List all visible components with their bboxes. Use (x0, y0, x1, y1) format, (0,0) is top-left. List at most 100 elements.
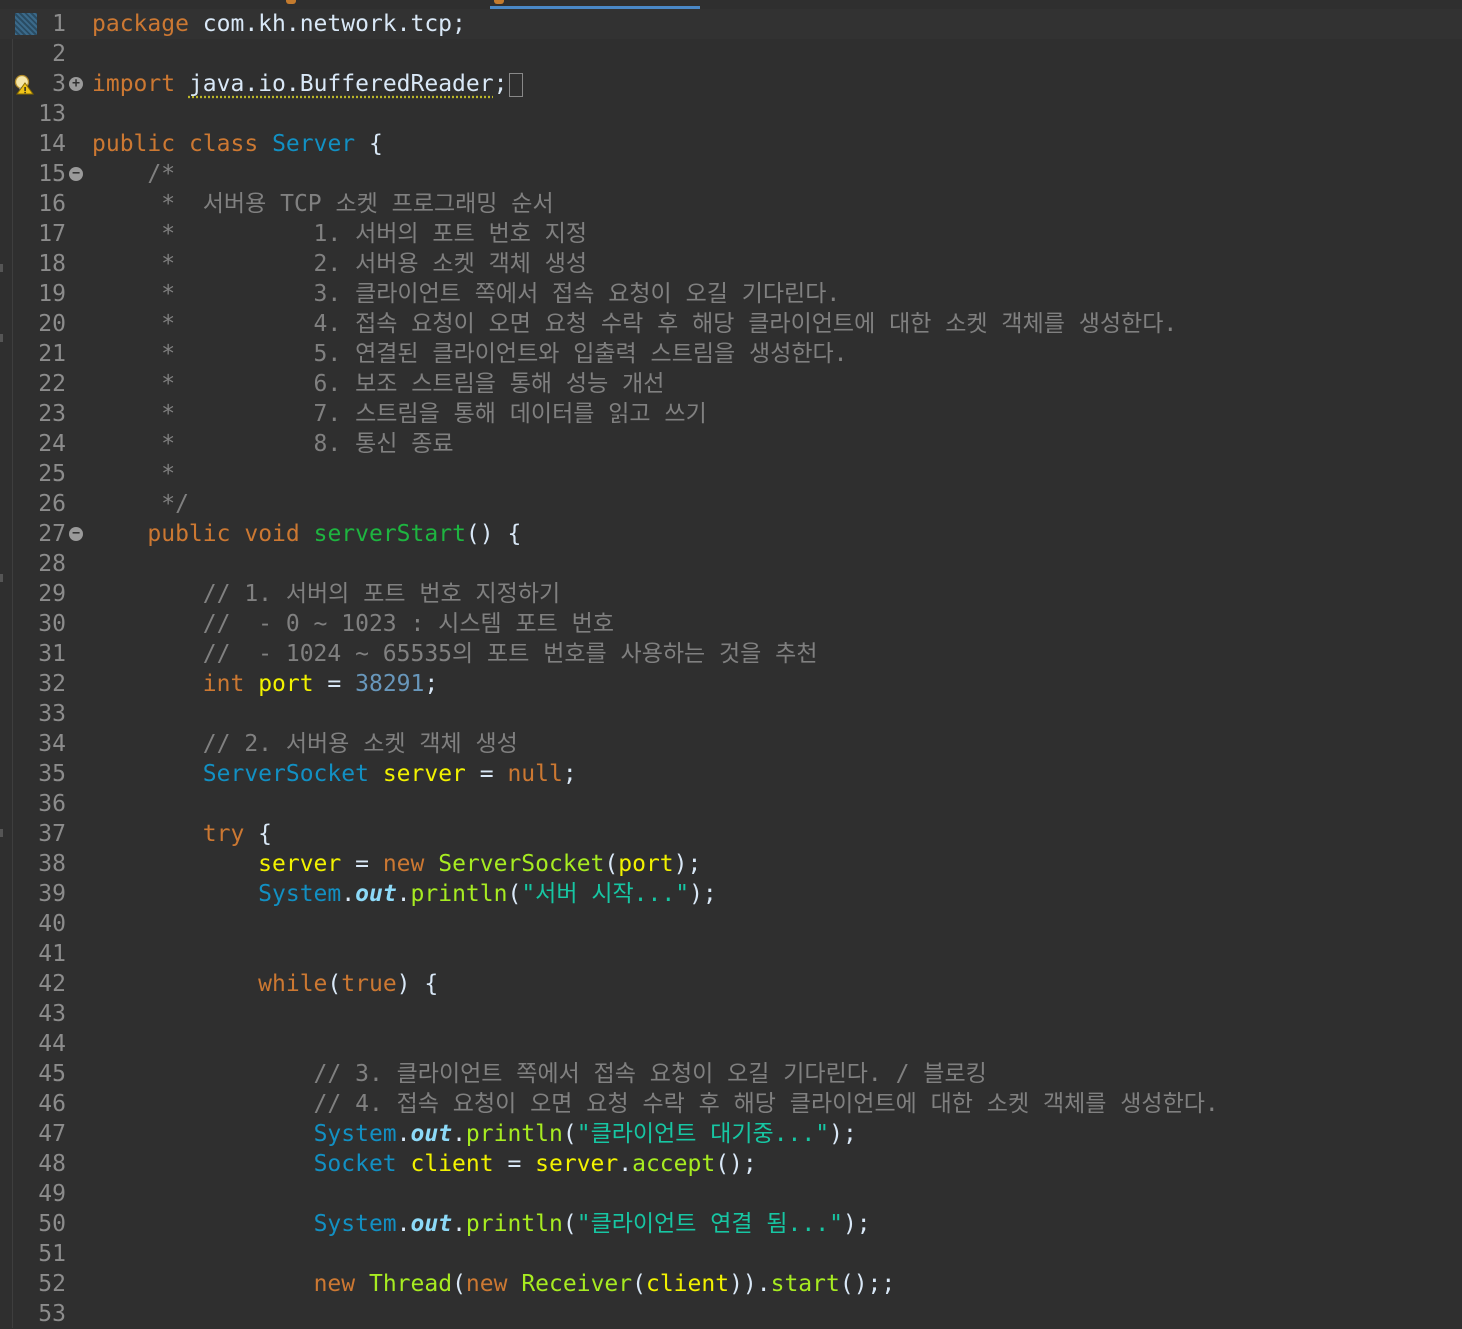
code-line[interactable]: 23 * 7. 스트림을 통해 데이터를 읽고 쓰기 (0, 399, 1462, 429)
code-token: new (382, 851, 425, 877)
line-number: 19 (38, 281, 66, 307)
code-line[interactable]: 33 (0, 699, 1462, 729)
code-line[interactable]: 35 ServerSocket server = null; (0, 759, 1462, 789)
code-line[interactable]: 22 * 6. 보조 스트림을 통해 성능 개선 (0, 369, 1462, 399)
line-code: System.out.println("서버 시작..."); (92, 879, 717, 909)
code-line[interactable]: 27− public void serverStart() { (0, 519, 1462, 549)
code-token: class (188, 131, 259, 157)
line-number: 37 (38, 821, 66, 847)
code-token: ; (493, 71, 508, 97)
code-line[interactable]: 14 public class Server { (0, 129, 1462, 159)
code-token: . (396, 1211, 411, 1237)
code-line[interactable]: 13 (0, 99, 1462, 129)
code-line[interactable]: 39 System.out.println("서버 시작..."); (0, 879, 1462, 909)
code-line[interactable]: 20 * 4. 접속 요청이 오면 요청 수락 후 해당 클라이언트에 대한 소… (0, 309, 1462, 339)
line-number: 32 (38, 671, 66, 697)
code-token: ServerSocket (202, 761, 369, 787)
code-line[interactable]: 38 server = new ServerSocket(port); (0, 849, 1462, 879)
code-line[interactable]: 24 * 8. 통신 종료 (0, 429, 1462, 459)
code-line[interactable]: 53 (0, 1299, 1462, 1329)
code-line[interactable]: 30 // - 0 ~ 1023 : 시스템 포트 번호 (0, 609, 1462, 639)
code-line[interactable]: 25 * (0, 459, 1462, 489)
code-line[interactable]: 28 (0, 549, 1462, 579)
code-line[interactable]: 26 */ (0, 489, 1462, 519)
code-line[interactable]: 41 (0, 939, 1462, 969)
line-code: System.out.println("클라이언트 연결 됨..."); (92, 1209, 871, 1239)
line-code: * 3. 클라이언트 쪽에서 접속 요청이 오길 기다린다. (92, 279, 840, 309)
code-line[interactable]: 15− /* (0, 159, 1462, 189)
code-line[interactable]: 1 package com.kh.network.tcp; (0, 9, 1462, 39)
collapsed-imports-box[interactable] (509, 72, 524, 97)
line-code: * 2. 서버용 소켓 객체 생성 (92, 249, 587, 279)
code-line[interactable]: 50 System.out.println("클라이언트 연결 됨..."); (0, 1209, 1462, 1239)
expand-fold-icon[interactable]: + (69, 77, 83, 91)
tab-indicator[interactable] (286, 0, 296, 4)
code-line[interactable]: 46 // 4. 접속 요청이 오면 요청 수락 후 해당 클라이언트에 대한 … (0, 1089, 1462, 1119)
code-token: * 8. 통신 종료 (92, 431, 454, 457)
line-code: System.out.println("클라이언트 대기중..."); (92, 1119, 857, 1149)
code-line[interactable]: 36 (0, 789, 1462, 819)
code-line[interactable]: 18 * 2. 서버용 소켓 객체 생성 (0, 249, 1462, 279)
code-line[interactable]: 52 new Thread(new Receiver(client)).star… (0, 1269, 1462, 1299)
code-token: public (92, 131, 176, 157)
code-token: println (410, 881, 508, 907)
code-line[interactable]: 2 (0, 39, 1462, 69)
code-token: int (202, 671, 245, 697)
code-line[interactable]: 40 (0, 909, 1462, 939)
code-line[interactable]: 32 int port = 38291; (0, 669, 1462, 699)
code-line[interactable]: 31 // - 1024 ~ 65535의 포트 번호를 사용하는 것을 추천 (0, 639, 1462, 669)
code-line[interactable]: 43 (0, 999, 1462, 1029)
collapse-fold-icon[interactable]: − (69, 167, 83, 181)
code-token: . (341, 881, 356, 907)
collapse-fold-icon[interactable]: − (69, 527, 83, 541)
code-token: com.kh.network.tcp; (188, 11, 466, 37)
code-line[interactable]: 45 // 3. 클라이언트 쪽에서 접속 요청이 오길 기다린다. / 블로킹 (0, 1059, 1462, 1089)
code-line[interactable]: 37 try { (0, 819, 1462, 849)
line-number: 28 (38, 551, 66, 577)
line-number: 13 (38, 101, 66, 127)
line-code: // - 1024 ~ 65535의 포트 번호를 사용하는 것을 추천 (92, 639, 818, 669)
line-number: 24 (38, 431, 66, 457)
line-number: 29 (38, 581, 66, 607)
code-token: /* (92, 161, 176, 187)
line-number: 46 (38, 1091, 66, 1117)
code-area[interactable]: 1 package com.kh.network.tcp; 2 3 + import ja… (0, 9, 1462, 1329)
code-line[interactable]: 29 // 1. 서버의 포트 번호 지정하기 (0, 579, 1462, 609)
code-line[interactable]: 34 // 2. 서버용 소켓 객체 생성 (0, 729, 1462, 759)
line-number: 21 (38, 341, 66, 367)
code-token: * 4. 접속 요청이 오면 요청 수락 후 해당 클라이언트에 대한 소켓 객… (92, 311, 1178, 337)
code-line[interactable]: 16 * 서버용 TCP 소켓 프로그래밍 순서 (0, 189, 1462, 219)
line-number: 20 (38, 311, 66, 337)
code-line[interactable]: 3 + import java.io.BufferedReader; (0, 69, 1462, 99)
line-code: * 4. 접속 요청이 오면 요청 수락 후 해당 클라이언트에 대한 소켓 객… (92, 309, 1177, 339)
code-token: "서버 시작..." (521, 881, 690, 907)
code-line[interactable]: 19 * 3. 클라이언트 쪽에서 접속 요청이 오길 기다린다. (0, 279, 1462, 309)
line-number: 14 (38, 131, 66, 157)
code-line[interactable]: 47 System.out.println("클라이언트 대기중..."); (0, 1119, 1462, 1149)
code-line[interactable]: 49 (0, 1179, 1462, 1209)
code-token: accept (632, 1151, 716, 1177)
code-editor[interactable]: 1 package com.kh.network.tcp; 2 3 + import ja… (0, 9, 1462, 1328)
code-line[interactable]: 51 (0, 1239, 1462, 1269)
code-line[interactable]: 44 (0, 1029, 1462, 1059)
code-line[interactable]: 21 * 5. 연결된 클라이언트와 입출력 스트림을 생성한다. (0, 339, 1462, 369)
code-token: = (493, 1151, 536, 1177)
line-code: import java.io.BufferedReader; (92, 69, 524, 99)
code-token: . (396, 1121, 411, 1147)
tab-indicator[interactable] (494, 0, 504, 4)
line-code: server = new ServerSocket(port); (92, 849, 701, 879)
code-token: ( (562, 1211, 577, 1237)
code-token: ( (327, 971, 342, 997)
line-code: * 5. 연결된 클라이언트와 입출력 스트림을 생성한다. (92, 339, 847, 369)
code-line[interactable]: 17 * 1. 서버의 포트 번호 지정 (0, 219, 1462, 249)
code-line[interactable]: 42 while(true) { (0, 969, 1462, 999)
code-token: * 3. 클라이언트 쪽에서 접속 요청이 오길 기다린다. (92, 281, 841, 307)
code-line[interactable]: 48 Socket client = server.accept(); (0, 1149, 1462, 1179)
